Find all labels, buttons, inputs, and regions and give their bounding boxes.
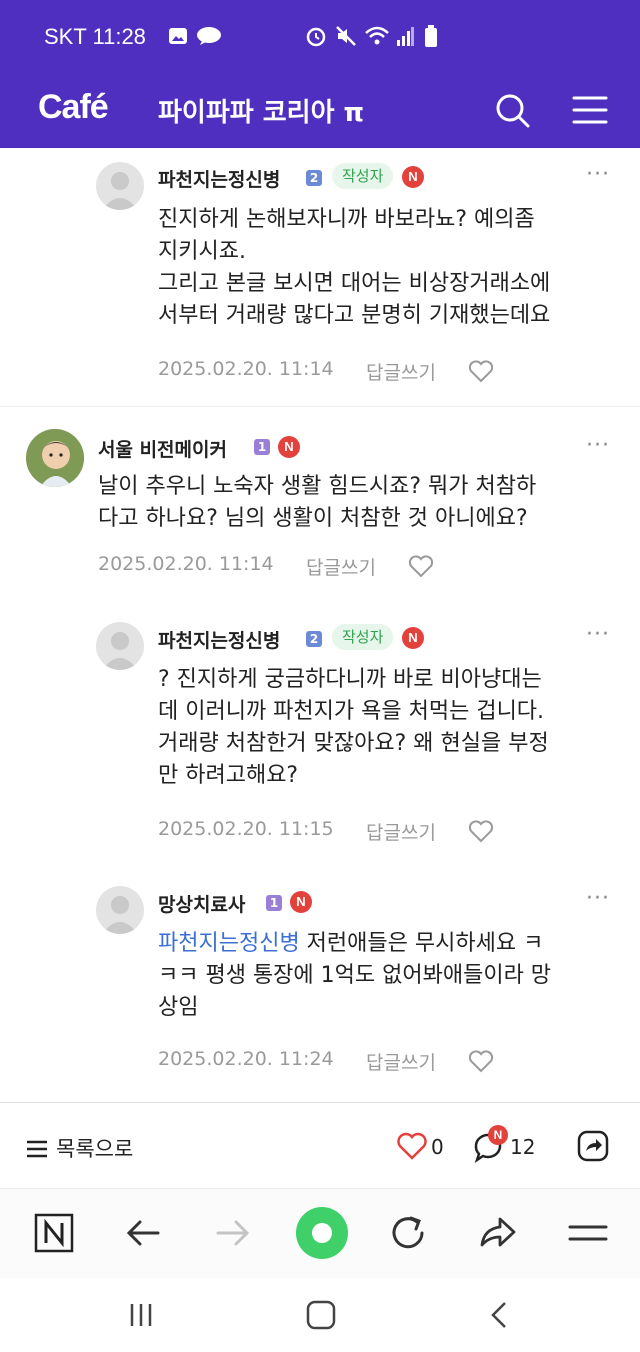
author-name[interactable]: 서울 비전메이커 bbox=[98, 435, 227, 462]
comment-reply: 망상치료사 1 N ··· 파천지는정신병 저런애들은 무시하세요 ㅋ ㅋㅋ 평… bbox=[0, 872, 640, 1098]
default-avatar-icon bbox=[102, 632, 138, 670]
comment-reply: 파천지는정신병 2 작성자 N ··· ? 진지하게 궁금하다니까 바로 비아냥… bbox=[0, 608, 640, 866]
alarm-icon bbox=[306, 27, 326, 47]
level-badge: 1 bbox=[254, 439, 270, 455]
comment-line: 만 하려고해요? bbox=[158, 763, 299, 788]
article-action-bar: 목록으로 0 N 12 bbox=[0, 1102, 640, 1188]
reply-button[interactable]: 답글쓰기 bbox=[306, 553, 376, 580]
reply-button[interactable]: 답글쓰기 bbox=[366, 358, 436, 385]
status-bar: SKT 11:28 bbox=[0, 0, 640, 74]
refresh-icon[interactable] bbox=[384, 1209, 432, 1257]
cafe-logo[interactable]: Café bbox=[38, 88, 109, 127]
green-dot-home-icon[interactable] bbox=[294, 1205, 350, 1261]
author-name[interactable]: 망상치료사 bbox=[158, 890, 245, 917]
kakaotalk-icon bbox=[197, 27, 221, 45]
menu-icon[interactable] bbox=[566, 86, 614, 134]
author-name[interactable]: 파천지는정신병 bbox=[158, 626, 280, 653]
heart-icon[interactable] bbox=[468, 1049, 494, 1073]
avatar[interactable] bbox=[96, 162, 144, 210]
search-icon[interactable] bbox=[488, 86, 536, 134]
comment-line: 다고 하나요? 님의 생활이 처참한 것 아니에요? bbox=[98, 506, 528, 531]
comment-timestamp: 2025.02.20. 11:14 bbox=[158, 358, 334, 380]
comment-line: 진지하게 논해보자니까 바보라뇨? 예의좀 bbox=[158, 207, 535, 232]
avatar[interactable] bbox=[96, 622, 144, 670]
comment-body: 날이 추우니 노숙자 생활 힘드시죠? 뭐가 처참하 다고 하나요? 님의 생활… bbox=[98, 471, 536, 535]
comment-line: ㅋㅋ 평생 통장에 1억도 없어봐애들이라 망 bbox=[158, 963, 552, 988]
comment-text: 저런애들은 무시하세요 ㅋ bbox=[299, 931, 544, 956]
baby-photo-icon bbox=[26, 429, 84, 487]
comment-line: ? 진지하게 궁금하다니까 바로 비아냥대는 bbox=[158, 667, 542, 692]
more-options-icon[interactable]: ··· bbox=[586, 433, 610, 458]
avatar[interactable] bbox=[26, 429, 84, 487]
comment-body: 진지하게 논해보자니까 바보라뇨? 예의좀 지키시죠. 그리고 본글 보시면 대… bbox=[158, 204, 550, 332]
reply-button[interactable]: 답글쓰기 bbox=[366, 818, 436, 845]
comment-line: 서부터 거래량 많다고 분명히 기재했는데요 bbox=[158, 303, 551, 328]
comment-line: 데 이러니까 파천지가 욕을 처먹는 겁니다. bbox=[158, 699, 545, 724]
new-badge: N bbox=[278, 436, 300, 458]
app-bar: Café 파이파파 코리아 π bbox=[0, 74, 640, 148]
default-avatar-icon bbox=[102, 896, 138, 934]
back-icon[interactable] bbox=[484, 1298, 518, 1332]
system-nav-bar bbox=[0, 1278, 640, 1352]
cafe-name[interactable]: 파이파파 코리아 π bbox=[158, 92, 364, 129]
new-badge: N bbox=[290, 891, 312, 913]
more-options-icon[interactable]: ··· bbox=[586, 622, 610, 647]
status-time: SKT 11:28 bbox=[44, 24, 146, 49]
like-count: 0 bbox=[431, 1135, 444, 1159]
recent-apps-icon[interactable] bbox=[124, 1298, 158, 1332]
gallery-icon bbox=[169, 28, 187, 44]
author-name[interactable]: 파천지는정신병 bbox=[158, 165, 280, 192]
comment-line: 그리고 본글 보시면 대어는 비상장거래소에 bbox=[158, 271, 551, 296]
new-badge: N bbox=[402, 166, 424, 188]
level-badge: 2 bbox=[306, 631, 322, 647]
comment-line: 지키시죠. bbox=[158, 239, 246, 264]
reply-button[interactable]: 답글쓰기 bbox=[366, 1048, 436, 1075]
comment-line: 거래량 처참한거 맞잖아요? 왜 현실을 부정 bbox=[158, 731, 549, 756]
comment-reply: 파천지는정신병 2 작성자 N ··· 진지하게 논해보자니까 바보라뇨? 예의… bbox=[0, 148, 640, 406]
list-icon bbox=[27, 1140, 47, 1158]
comment-body: ? 진지하게 궁금하다니까 바로 비아냥대는 데 이러니까 파천지가 욕을 처먹… bbox=[158, 664, 549, 792]
writer-badge: 작성자 bbox=[332, 163, 394, 189]
comment-count: 12 bbox=[510, 1135, 536, 1159]
comment: 서울 비전메이커 1 N ··· 날이 추우니 노숙자 생활 힘드시죠? 뭐가 … bbox=[0, 407, 640, 607]
back-to-list-button[interactable]: 목록으로 bbox=[26, 1133, 133, 1163]
comment-line: 상임 bbox=[158, 995, 199, 1020]
home-icon[interactable] bbox=[302, 1296, 340, 1334]
naver-home-icon[interactable] bbox=[30, 1209, 78, 1257]
comment-new-badge: N bbox=[488, 1125, 508, 1145]
comment-timestamp: 2025.02.20. 11:15 bbox=[158, 818, 334, 840]
comment-timestamp: 2025.02.20. 11:24 bbox=[158, 1048, 334, 1070]
default-avatar-icon bbox=[102, 172, 138, 210]
level-badge: 2 bbox=[306, 170, 322, 186]
more-options-icon[interactable]: ··· bbox=[586, 886, 610, 911]
back-arrow-icon[interactable] bbox=[120, 1209, 168, 1257]
wifi-icon bbox=[365, 26, 389, 45]
heart-icon[interactable] bbox=[408, 554, 434, 578]
comment-line: 파천지는정신병 저런애들은 무시하세요 ㅋ bbox=[158, 928, 551, 960]
like-heart-icon[interactable] bbox=[396, 1131, 428, 1161]
mention-link[interactable]: 파천지는정신병 bbox=[158, 931, 300, 956]
comment-body: 파천지는정신병 저런애들은 무시하세요 ㅋ ㅋㅋ 평생 통장에 1억도 없어봐애… bbox=[158, 928, 551, 1024]
signal-icon bbox=[397, 27, 414, 46]
battery-icon bbox=[425, 25, 437, 47]
back-to-list-label: 목록으로 bbox=[56, 1137, 134, 1161]
share-icon[interactable] bbox=[576, 1129, 610, 1163]
browser-menu-icon[interactable] bbox=[564, 1209, 612, 1257]
new-badge: N bbox=[402, 627, 424, 649]
heart-icon[interactable] bbox=[468, 359, 494, 383]
more-options-icon[interactable]: ··· bbox=[586, 162, 610, 187]
level-badge: 1 bbox=[266, 895, 282, 911]
browser-toolbar bbox=[0, 1188, 640, 1278]
writer-badge: 작성자 bbox=[332, 624, 394, 650]
comment-line: 날이 추우니 노숙자 생활 힘드시죠? 뭐가 처참하 bbox=[98, 474, 537, 499]
heart-icon[interactable] bbox=[468, 819, 494, 843]
comment-timestamp: 2025.02.20. 11:14 bbox=[98, 553, 274, 575]
avatar[interactable] bbox=[96, 886, 144, 934]
share-arrow-icon[interactable] bbox=[474, 1209, 522, 1257]
mute-icon bbox=[336, 26, 356, 46]
forward-arrow-icon[interactable] bbox=[208, 1209, 256, 1257]
